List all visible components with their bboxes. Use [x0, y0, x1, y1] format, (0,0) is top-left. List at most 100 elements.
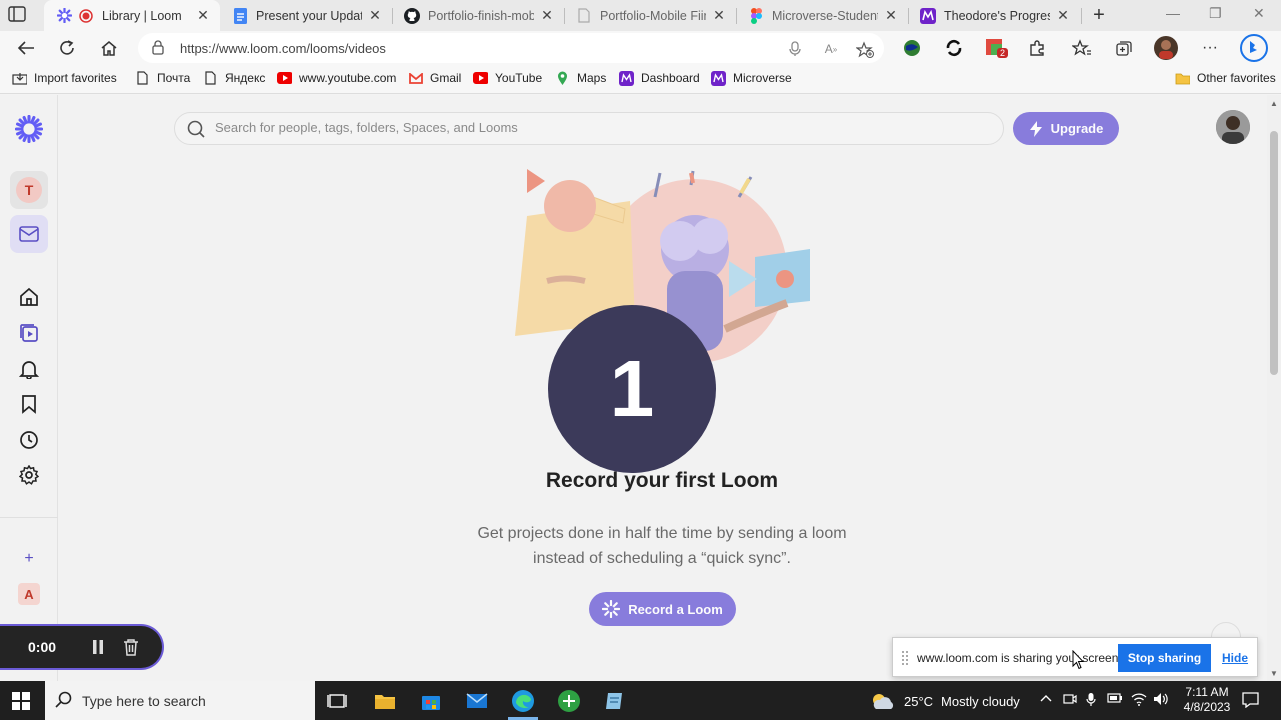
- back-button[interactable]: [16, 38, 36, 58]
- favorite-other[interactable]: Other favorites: [1175, 71, 1276, 85]
- close-icon[interactable]: ✕: [540, 7, 554, 24]
- tab-title: Library | Loom: [102, 8, 182, 23]
- add-workspace-button[interactable]: +: [17, 547, 41, 571]
- countdown-circle: 1: [548, 305, 716, 473]
- refresh-button[interactable]: [57, 38, 77, 58]
- sidebar-item-history[interactable]: [17, 428, 41, 452]
- favorite-yandex[interactable]: Яндекс: [203, 71, 265, 85]
- gear-icon: [19, 465, 39, 485]
- favorite-dashboard[interactable]: Dashboard: [619, 70, 700, 86]
- drag-handle-icon[interactable]: [902, 651, 908, 665]
- tab-portfolio-finish-mobile[interactable]: Portfolio-finish-mobile ✕: [392, 0, 564, 31]
- home-button[interactable]: [99, 38, 119, 58]
- loom-logo-icon[interactable]: [15, 115, 43, 143]
- search-bar[interactable]: [174, 112, 1004, 145]
- document-icon: [576, 8, 592, 24]
- weather-widget[interactable]: 25°C Mostly cloudy: [870, 691, 1020, 711]
- tab-theodores-progress[interactable]: Theodore's Progress ✕: [908, 0, 1080, 31]
- tab-actions-icon[interactable]: [8, 6, 28, 24]
- system-clock[interactable]: 7:11 AM 4/8/2023: [1178, 685, 1236, 715]
- microphone-tray-icon[interactable]: [1086, 692, 1096, 710]
- wifi-icon[interactable]: [1131, 692, 1147, 709]
- account-switcher[interactable]: A: [17, 582, 41, 606]
- favorite-microverse[interactable]: Microverse: [711, 70, 792, 86]
- collections-icon[interactable]: [1114, 38, 1134, 58]
- recording-dot-icon: [78, 8, 94, 24]
- favorite-maps[interactable]: Maps: [555, 71, 606, 85]
- youtube-icon: [473, 72, 488, 85]
- scroll-down-icon[interactable]: ▼: [1270, 669, 1278, 678]
- extension-sync-icon[interactable]: [944, 38, 964, 58]
- trash-icon[interactable]: [122, 637, 140, 657]
- mouse-cursor-icon: [1072, 649, 1085, 670]
- close-icon[interactable]: ✕: [712, 7, 726, 24]
- search-input[interactable]: [215, 120, 975, 135]
- close-icon[interactable]: ✕: [884, 7, 898, 24]
- settings-more-icon[interactable]: ···: [1200, 38, 1220, 58]
- recording-controls: 0:00: [0, 624, 164, 670]
- loom-page: T + A Search for people, tags, folders, …: [0, 95, 1267, 681]
- close-window-button[interactable]: ✕: [1253, 5, 1265, 22]
- inbox-button[interactable]: [10, 215, 48, 253]
- favorite-import[interactable]: Import favorites: [12, 71, 117, 85]
- sidebar-item-bookmarks[interactable]: [17, 392, 41, 416]
- pause-icon[interactable]: [90, 638, 108, 656]
- address-bar[interactable]: https://www.loom.com/looms/videos A»: [138, 33, 884, 63]
- tab-portfolio-mobile-first[interactable]: Portfolio-Mobile Fiirst ✕: [564, 0, 736, 31]
- scroll-up-icon[interactable]: ▲: [1270, 99, 1278, 108]
- bing-chat-icon[interactable]: [1240, 34, 1268, 62]
- mail-app-icon[interactable]: [465, 689, 489, 713]
- add-favorite-icon[interactable]: [856, 40, 874, 58]
- read-aloud-icon[interactable]: A»: [822, 40, 840, 58]
- favorite-pochta[interactable]: Почта: [135, 71, 190, 85]
- favorite-gmail[interactable]: Gmail: [408, 71, 461, 85]
- taskbar-search[interactable]: Type here to search: [45, 681, 315, 720]
- user-avatar[interactable]: [1216, 110, 1250, 144]
- favorite-youtube[interactable]: YouTube: [473, 71, 542, 85]
- stop-sharing-button[interactable]: Stop sharing: [1118, 644, 1211, 672]
- browser-toolbar: https://www.loom.com/looms/videos A» 2 ·…: [0, 31, 1281, 65]
- microsoft-store-icon[interactable]: [419, 689, 443, 713]
- tab-present-updated[interactable]: Present your Updated ✕: [220, 0, 392, 31]
- sidebar-item-settings[interactable]: [17, 463, 41, 487]
- workspace-initial: T: [16, 177, 42, 203]
- scrollbar-thumb[interactable]: [1270, 131, 1278, 375]
- windows-start-icon[interactable]: [12, 692, 30, 710]
- new-tab-button[interactable]: +: [1089, 4, 1109, 27]
- edge-browser-icon[interactable]: [511, 689, 535, 713]
- extensions-icon[interactable]: [1027, 38, 1047, 58]
- restore-button[interactable]: ❐: [1209, 5, 1222, 22]
- upgrade-button[interactable]: Upgrade: [1013, 112, 1119, 145]
- close-icon[interactable]: ✕: [1056, 7, 1070, 24]
- file-explorer-icon[interactable]: [373, 689, 397, 713]
- close-icon[interactable]: ✕: [368, 7, 382, 24]
- tab-microverse-student[interactable]: Microverse-Student-P ✕: [736, 0, 908, 31]
- screen-recorder-app-icon[interactable]: [557, 689, 581, 713]
- sidebar-item-library[interactable]: [17, 321, 41, 345]
- minimize-button[interactable]: —: [1166, 5, 1180, 21]
- favorite-youtube-com[interactable]: www.youtube.com: [277, 71, 396, 85]
- show-hidden-icons-chevron-icon[interactable]: [1040, 692, 1052, 706]
- extension-globe-icon[interactable]: [902, 38, 922, 58]
- profile-avatar[interactable]: [1154, 36, 1178, 60]
- volume-icon[interactable]: [1153, 692, 1169, 709]
- meet-now-icon[interactable]: [1063, 692, 1077, 709]
- battery-icon[interactable]: [1107, 692, 1123, 707]
- microphone-icon[interactable]: [786, 40, 804, 58]
- extension-grammar-icon[interactable]: 2: [985, 38, 1009, 58]
- favorites-icon[interactable]: [1072, 38, 1092, 58]
- page-icon: [203, 71, 218, 85]
- notepad-app-icon[interactable]: [603, 689, 627, 713]
- loom-logo-icon: [602, 600, 621, 618]
- close-icon[interactable]: ✕: [196, 7, 210, 24]
- sidebar-item-notifications[interactable]: [17, 357, 41, 381]
- sidebar-item-home[interactable]: [17, 285, 41, 309]
- tab-library-loom[interactable]: Library | Loom ✕: [44, 0, 220, 31]
- page-scrollbar[interactable]: ▲ ▼: [1267, 95, 1281, 681]
- task-view-icon[interactable]: [325, 689, 349, 713]
- workspace-switcher[interactable]: T: [10, 171, 48, 209]
- lock-icon[interactable]: [152, 40, 164, 58]
- notification-center-icon[interactable]: [1242, 692, 1259, 709]
- hide-button[interactable]: Hide: [1222, 651, 1248, 665]
- record-loom-button[interactable]: Record a Loom: [589, 592, 736, 626]
